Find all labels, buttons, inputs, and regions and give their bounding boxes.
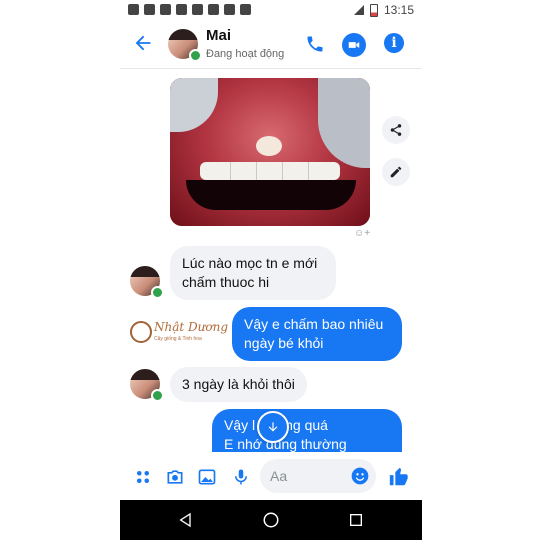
nav-recents-button[interactable] [346,510,366,530]
back-button[interactable] [130,32,156,58]
voice-message-button[interactable] [230,466,252,488]
phone-screen: 13:15 Mai Đang hoạt động i ☺+ Lúc nào mọ… [120,0,422,540]
message-bubble-outgoing[interactable]: Vậy e chấm bao nhiêu ngày bé khỏi [232,307,402,361]
share-button[interactable] [382,116,410,144]
navigation-bar [120,500,422,540]
smiley-icon [351,467,369,485]
facebook-icon [176,4,187,15]
brand-watermark: Nhật Dương Cây giống & Tinh hoa [130,318,228,348]
share-icon [390,124,402,136]
four-dots-icon [137,471,149,483]
shared-photo[interactable] [170,78,370,226]
pencil-icon [390,166,402,178]
image-icon [198,469,216,485]
video-camera-icon [348,42,360,48]
notification-icon [144,4,155,15]
nav-home-button[interactable] [261,510,281,530]
info-button[interactable]: i [384,33,404,53]
add-reaction-icon[interactable]: ☺+ [354,228,370,239]
phone-icon [307,36,323,52]
message-text-line: Vậy e chấm bao nhiêu [244,316,384,332]
check-icon [208,4,219,15]
youtube-icon [240,4,251,15]
circle-home-icon [263,512,279,528]
chat-header [120,22,422,69]
message-text-line: 3 ngày là khỏi thôi [182,376,295,392]
like-button[interactable] [388,466,410,488]
message-input[interactable]: Aa [260,459,376,493]
online-indicator [151,389,164,402]
notification-icon [128,4,139,15]
online-indicator [151,286,164,299]
facebook-icon [160,4,171,15]
triangle-back-icon [179,512,191,528]
message-bubble-incoming[interactable]: 3 ngày là khỏi thôi [170,367,307,402]
chrome-icon [224,4,235,15]
scroll-to-bottom-button[interactable] [257,411,289,443]
battery-icon [369,3,378,17]
nav-back-button[interactable] [176,510,196,530]
message-text-line: ngày bé khỏi [244,335,324,351]
signal-icon [353,5,364,15]
message-text-line: chấm thuoc hi [182,274,270,290]
gallery-button[interactable] [196,466,218,488]
brand-logo-icon [130,321,152,343]
online-indicator [189,49,202,62]
message-composer: Aa [120,452,422,500]
camera-icon [167,470,183,484]
brand-name: Nhật Dương [154,320,229,334]
message-bubble-incoming[interactable]: Lúc nào mọc tn e mới chấm thuoc hi [170,246,336,300]
camera-button[interactable] [164,466,186,488]
more-actions-button[interactable] [132,466,154,488]
microphone-icon [235,469,247,485]
square-recents-icon [350,514,362,526]
contact-name[interactable]: Mai [206,27,231,44]
thumbs-up-icon [389,467,408,486]
notification-icons [128,4,251,15]
arrow-left-icon [135,35,151,51]
video-call-button[interactable] [342,33,366,57]
emoji-button[interactable] [350,466,370,491]
gallery-icon [192,4,203,15]
message-input-placeholder: Aa [270,468,288,484]
message-text-line: Lúc nào mọc tn e mới [182,255,318,271]
voice-call-button[interactable] [304,33,326,55]
edit-button[interactable] [382,158,410,186]
message-text-line: Vậy l ng quá [224,417,328,433]
arrow-down-icon [268,422,278,432]
brand-tagline: Cây giống & Tinh hoa [154,336,202,342]
presence-status: Đang hoạt động [206,48,285,60]
info-icon: i [391,35,397,51]
status-time: 13:15 [383,3,414,17]
status-bar: 13:15 [120,0,422,22]
